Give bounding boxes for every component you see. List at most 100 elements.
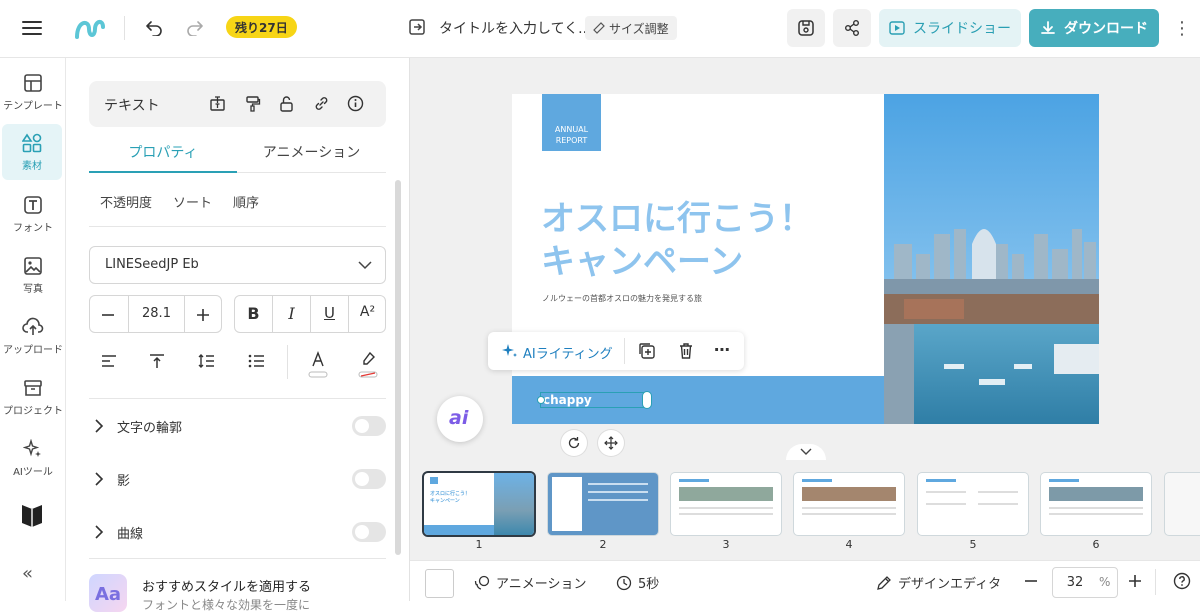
top-toolbar: 残り27日 タイトルを入力してく... サイズ調整 スライドショー ダウンロード… [0,0,1200,58]
ai-assistant-button[interactable]: ai [437,396,483,442]
move-handle[interactable] [598,430,624,456]
hamburger-menu-icon[interactable] [14,9,50,47]
sidebar-item-upload[interactable]: アップロード [0,308,66,364]
recommended-style-title[interactable]: おすすめスタイルを適用する [142,576,311,595]
resize-handle[interactable] [642,391,652,409]
app-logo-icon[interactable] [70,9,110,47]
sidebar-item-template[interactable]: テンプレート [0,64,66,120]
text-color-icon[interactable] [308,350,328,382]
section-label: 曲線 [117,527,144,542]
font-size-stepper: 28.1 [89,295,222,333]
slide-subtitle[interactable]: ノルウェーの首都オスロの魅力を発見する旅 [542,293,702,304]
decrease-size-button[interactable] [99,306,119,324]
font-family-select[interactable]: LINESeedJP Eb [89,246,386,284]
city-photo[interactable] [884,94,1099,424]
selected-text-box[interactable]: chappy [537,391,652,409]
slide-thumbnail[interactable] [794,473,904,535]
sidebar-item-font[interactable]: フォント [0,186,66,242]
tab-properties[interactable]: プロパティ [89,142,237,162]
more-actions-icon[interactable]: ⋯ [714,340,730,359]
animation-button[interactable]: アニメーション [474,573,586,592]
redo-icon[interactable] [181,9,209,47]
brand-mark-icon[interactable] [20,501,44,533]
slide-thumbnail[interactable] [671,473,781,535]
sidebar-item-project[interactable]: プロジェクト [0,369,66,425]
help-icon[interactable] [1173,572,1191,594]
style-preview-thumbnail[interactable]: Aa [89,574,127,612]
slide-title[interactable]: オスロに行こう！ キャンペーン [541,198,813,284]
minus-icon [1025,580,1037,582]
outline-toggle[interactable] [352,416,386,436]
collapse-thumbnails-button[interactable] [786,444,826,460]
shadow-section[interactable]: 影 [89,464,386,494]
font-family-value: LINESeedJP Eb [105,257,199,272]
undo-icon[interactable] [140,9,168,47]
divider [124,16,125,40]
design-editor-button[interactable]: デザインエディタ [876,573,1001,592]
chevron-down-icon [358,261,372,270]
resize-handle[interactable] [537,396,545,404]
duration-button[interactable]: 5秒 [616,573,659,592]
sidebar-item-ai-tools[interactable]: AIツール [0,430,66,486]
footer-text: chappy [543,393,592,407]
share-icon [845,20,859,36]
superscript-button[interactable]: A² [349,304,386,320]
rotate-handle[interactable] [561,430,587,456]
folder-move-icon[interactable] [408,18,428,38]
outline-section[interactable]: 文字の輪郭 [89,411,386,441]
zoom-out-button[interactable] [1022,572,1040,594]
align-left-icon[interactable] [100,353,118,373]
chevron-right-icon [95,472,104,486]
line-spacing-icon[interactable] [197,353,215,373]
save-button[interactable] [787,9,825,47]
duplicate-icon[interactable] [638,342,656,360]
download-button[interactable]: ダウンロード [1029,9,1159,47]
slide-thumbnail[interactable] [918,473,1028,535]
bold-button[interactable]: B [235,304,272,323]
slideshow-button[interactable]: スライドショー [879,9,1021,47]
bullet-list-icon[interactable] [247,353,265,373]
increase-size-button[interactable] [194,306,214,324]
curve-toggle[interactable] [352,522,386,542]
slide-thumbnail[interactable]: オスロに行こう！ キャンペーン [424,473,534,535]
info-icon[interactable] [347,95,364,116]
panel-scrollbar[interactable] [395,180,401,555]
move-icon [604,436,618,450]
trash-icon[interactable] [677,342,695,360]
resize-button[interactable]: サイズ調整 [585,16,677,40]
divider [89,226,386,227]
text-frame-icon[interactable] [209,95,226,116]
resize-label: サイズ調整 [609,21,669,36]
slide-thumbnail[interactable] [1041,473,1151,535]
shadow-toggle[interactable] [352,469,386,489]
add-slide-placeholder[interactable] [1165,473,1200,535]
order-option[interactable]: 順序 [233,192,259,211]
underline-button[interactable]: U [311,304,348,322]
link-icon[interactable] [313,95,330,116]
zoom-in-button[interactable] [1126,572,1144,594]
sort-option[interactable]: ソート [173,192,212,211]
slide-canvas[interactable]: ANNUAL REPORT オスロに行こう！ キャンペーン ノルウェーの首都オス… [512,94,1099,424]
sidebar-item-elements[interactable]: 素材 [2,124,62,180]
text-style-group: B I U A² [234,295,386,333]
tab-animation[interactable]: アニメーション [237,142,386,162]
annual-report-box[interactable]: ANNUAL REPORT [542,94,601,151]
italic-button[interactable]: I [273,304,310,323]
slide-thumbnail[interactable] [548,473,658,535]
share-button[interactable] [833,9,871,47]
opacity-option[interactable]: 不透明度 [100,192,152,211]
curve-section[interactable]: 曲線 [89,517,386,547]
sidebar-item-photo[interactable]: 写真 [0,247,66,303]
font-size-input[interactable]: 28.1 [129,306,184,321]
document-title[interactable]: タイトルを入力してく... [439,18,592,38]
more-options-icon[interactable]: ⋮ [1170,9,1194,47]
format-paint-icon[interactable] [244,95,261,116]
background-color-swatch[interactable] [425,569,454,598]
divider [89,558,386,559]
collapse-sidebar-icon[interactable]: « [22,563,33,584]
align-top-icon[interactable] [148,353,166,373]
highlight-color-icon[interactable] [358,350,378,382]
ai-writing-button[interactable]: AIライティング [523,343,613,362]
zoom-input[interactable]: 32 % [1052,567,1118,598]
unlock-icon[interactable] [278,95,295,116]
